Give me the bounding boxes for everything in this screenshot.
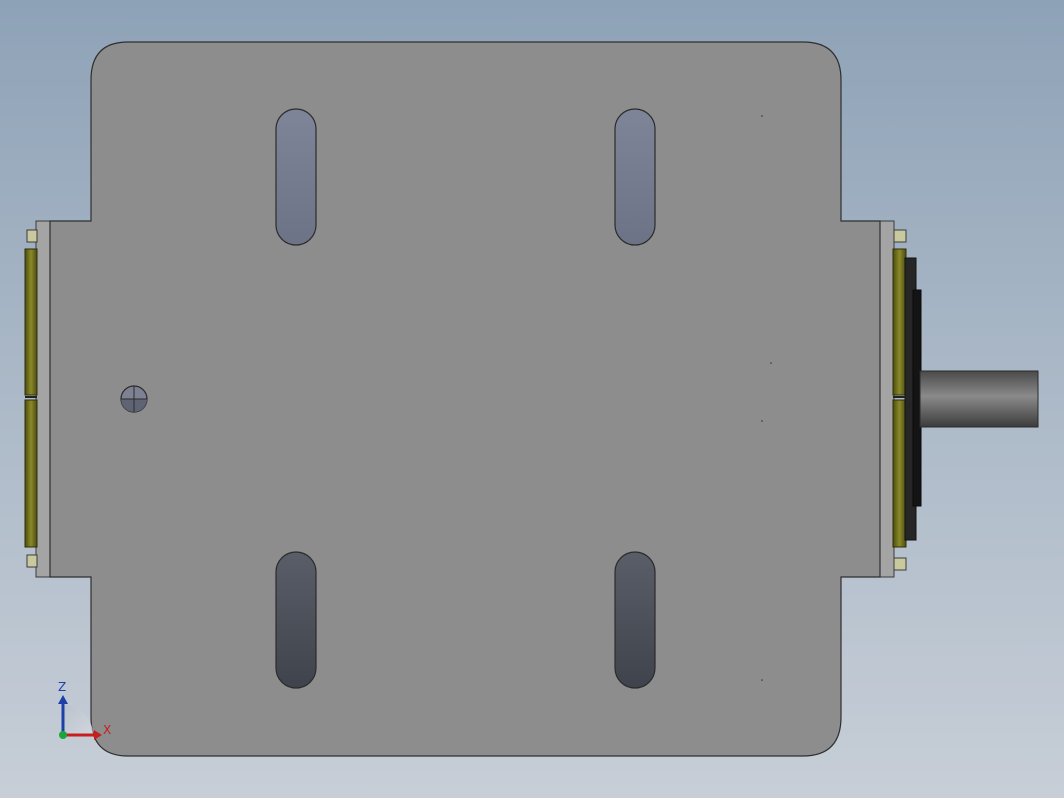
ref-point — [761, 679, 763, 681]
left-end-cap[interactable] — [24, 220, 51, 578]
screw-head[interactable] — [120, 385, 148, 413]
left-nut-bottom — [26, 554, 38, 568]
right-nut-bottom — [893, 557, 907, 571]
left-nut-top — [26, 229, 38, 243]
right-bearing-lower — [892, 399, 907, 548]
right-bearing-upper — [892, 248, 907, 396]
right-end-cap[interactable] — [879, 220, 922, 578]
triad-origin — [59, 731, 67, 739]
ref-point — [761, 115, 763, 117]
x-axis-label: X — [103, 723, 111, 737]
slot-top-left — [275, 108, 317, 246]
cad-viewport[interactable]: Z X — [0, 0, 1064, 798]
left-bearing-lower — [24, 399, 38, 548]
ref-point — [770, 362, 772, 364]
right-nut-top — [893, 229, 907, 243]
output-shaft[interactable] — [919, 370, 1039, 428]
ref-point — [761, 420, 763, 422]
slot-bottom-right — [614, 551, 656, 689]
left-flange — [35, 220, 51, 578]
right-flange — [879, 220, 895, 578]
slot-top-right — [614, 108, 656, 246]
left-bearing-upper — [24, 248, 38, 396]
slot-bottom-left — [275, 551, 317, 689]
mounting-plate[interactable] — [49, 41, 881, 757]
z-axis-label: Z — [58, 680, 66, 694]
model-view[interactable]: Z X — [0, 0, 1064, 798]
